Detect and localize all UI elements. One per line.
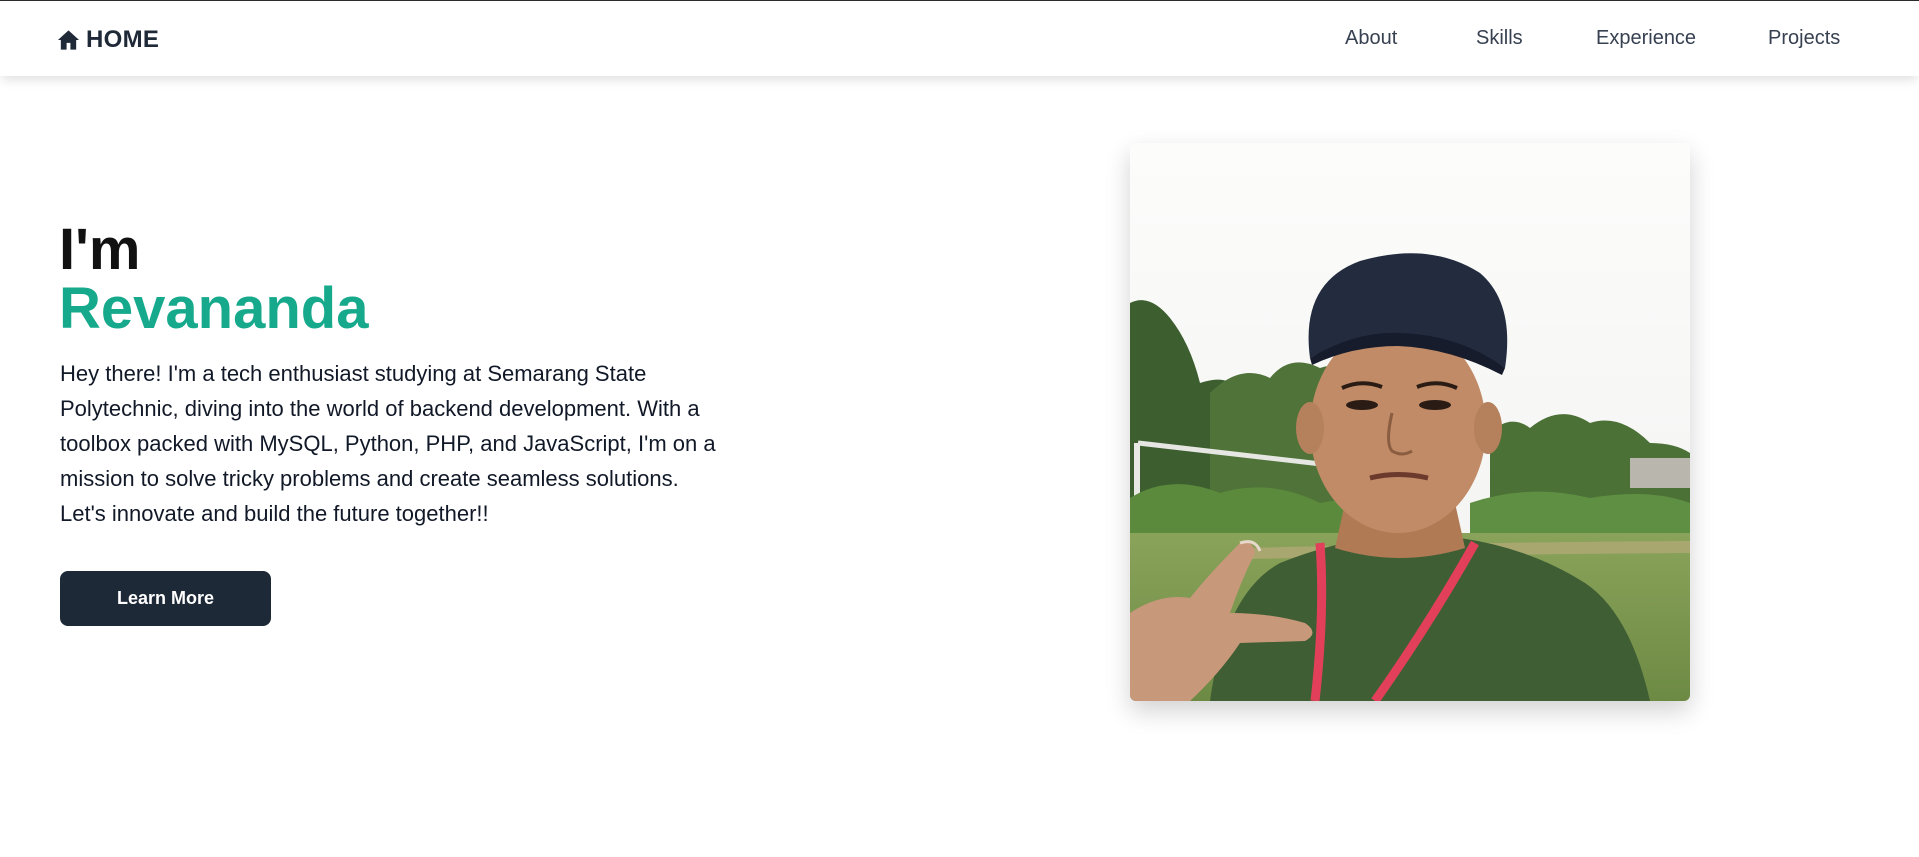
hero-greeting: I'm xyxy=(59,217,141,282)
hero-name: Revananda xyxy=(59,276,369,341)
navbar: HOME About Skills Experience Projects xyxy=(0,0,1919,76)
nav-menu: About Skills Experience Projects xyxy=(0,27,1919,55)
profile-photo xyxy=(1130,143,1690,701)
hero-description: Hey there! I'm a tech enthusiast studyin… xyxy=(60,361,716,526)
learn-more-button[interactable]: Learn More xyxy=(60,571,271,626)
nav-link-experience[interactable]: Experience xyxy=(1596,27,1696,50)
nav-link-projects[interactable]: Projects xyxy=(1768,27,1840,50)
nav-link-skills[interactable]: Skills xyxy=(1476,27,1523,50)
nav-link-about[interactable]: About xyxy=(1345,27,1397,50)
